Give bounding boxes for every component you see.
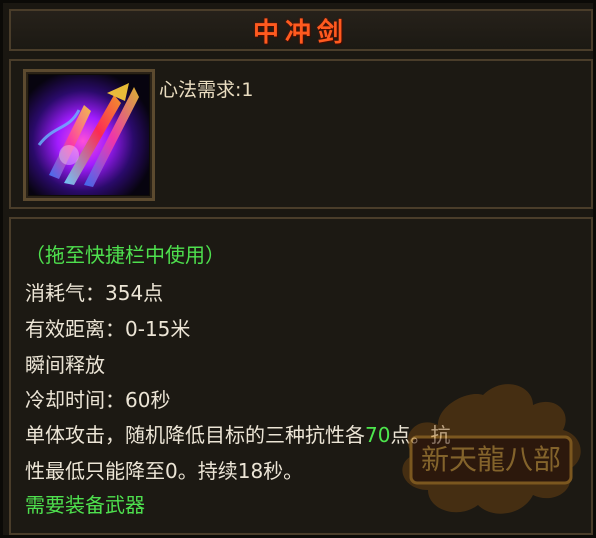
watermark-label: 新天龍八部	[421, 443, 561, 476]
title-bar: 中冲剑	[9, 9, 593, 51]
effective-range: 有效距离：0-15米	[25, 317, 191, 341]
skill-name: 中冲剑	[252, 17, 349, 48]
game-logo-watermark: 新天龍八部	[383, 375, 595, 527]
usage-hint: （拖至快捷栏中使用）	[25, 243, 225, 267]
cooldown: 冷却时间：60秒	[25, 388, 171, 412]
description-line-2: 性最低只能降至0。持续18秒。	[25, 459, 304, 483]
sword-qi-skill-icon	[29, 75, 149, 195]
cast-type: 瞬间释放	[25, 353, 105, 377]
skill-header-panel: 心法需求:1	[9, 59, 593, 209]
description-prefix: 单体攻击，随机降低目标的三种抗性各	[25, 423, 365, 447]
qi-cost: 消耗气：354点	[25, 281, 164, 305]
weapon-requirement: 需要装备武器	[25, 493, 145, 517]
mind-method-requirement: 心法需求:1	[159, 79, 254, 101]
skill-icon-frame[interactable]	[23, 69, 155, 201]
skill-tooltip: 中冲剑 心法需求:1 （拖至快捷栏中使用） 消耗气：354点 有效距离：0-15…	[0, 0, 596, 538]
